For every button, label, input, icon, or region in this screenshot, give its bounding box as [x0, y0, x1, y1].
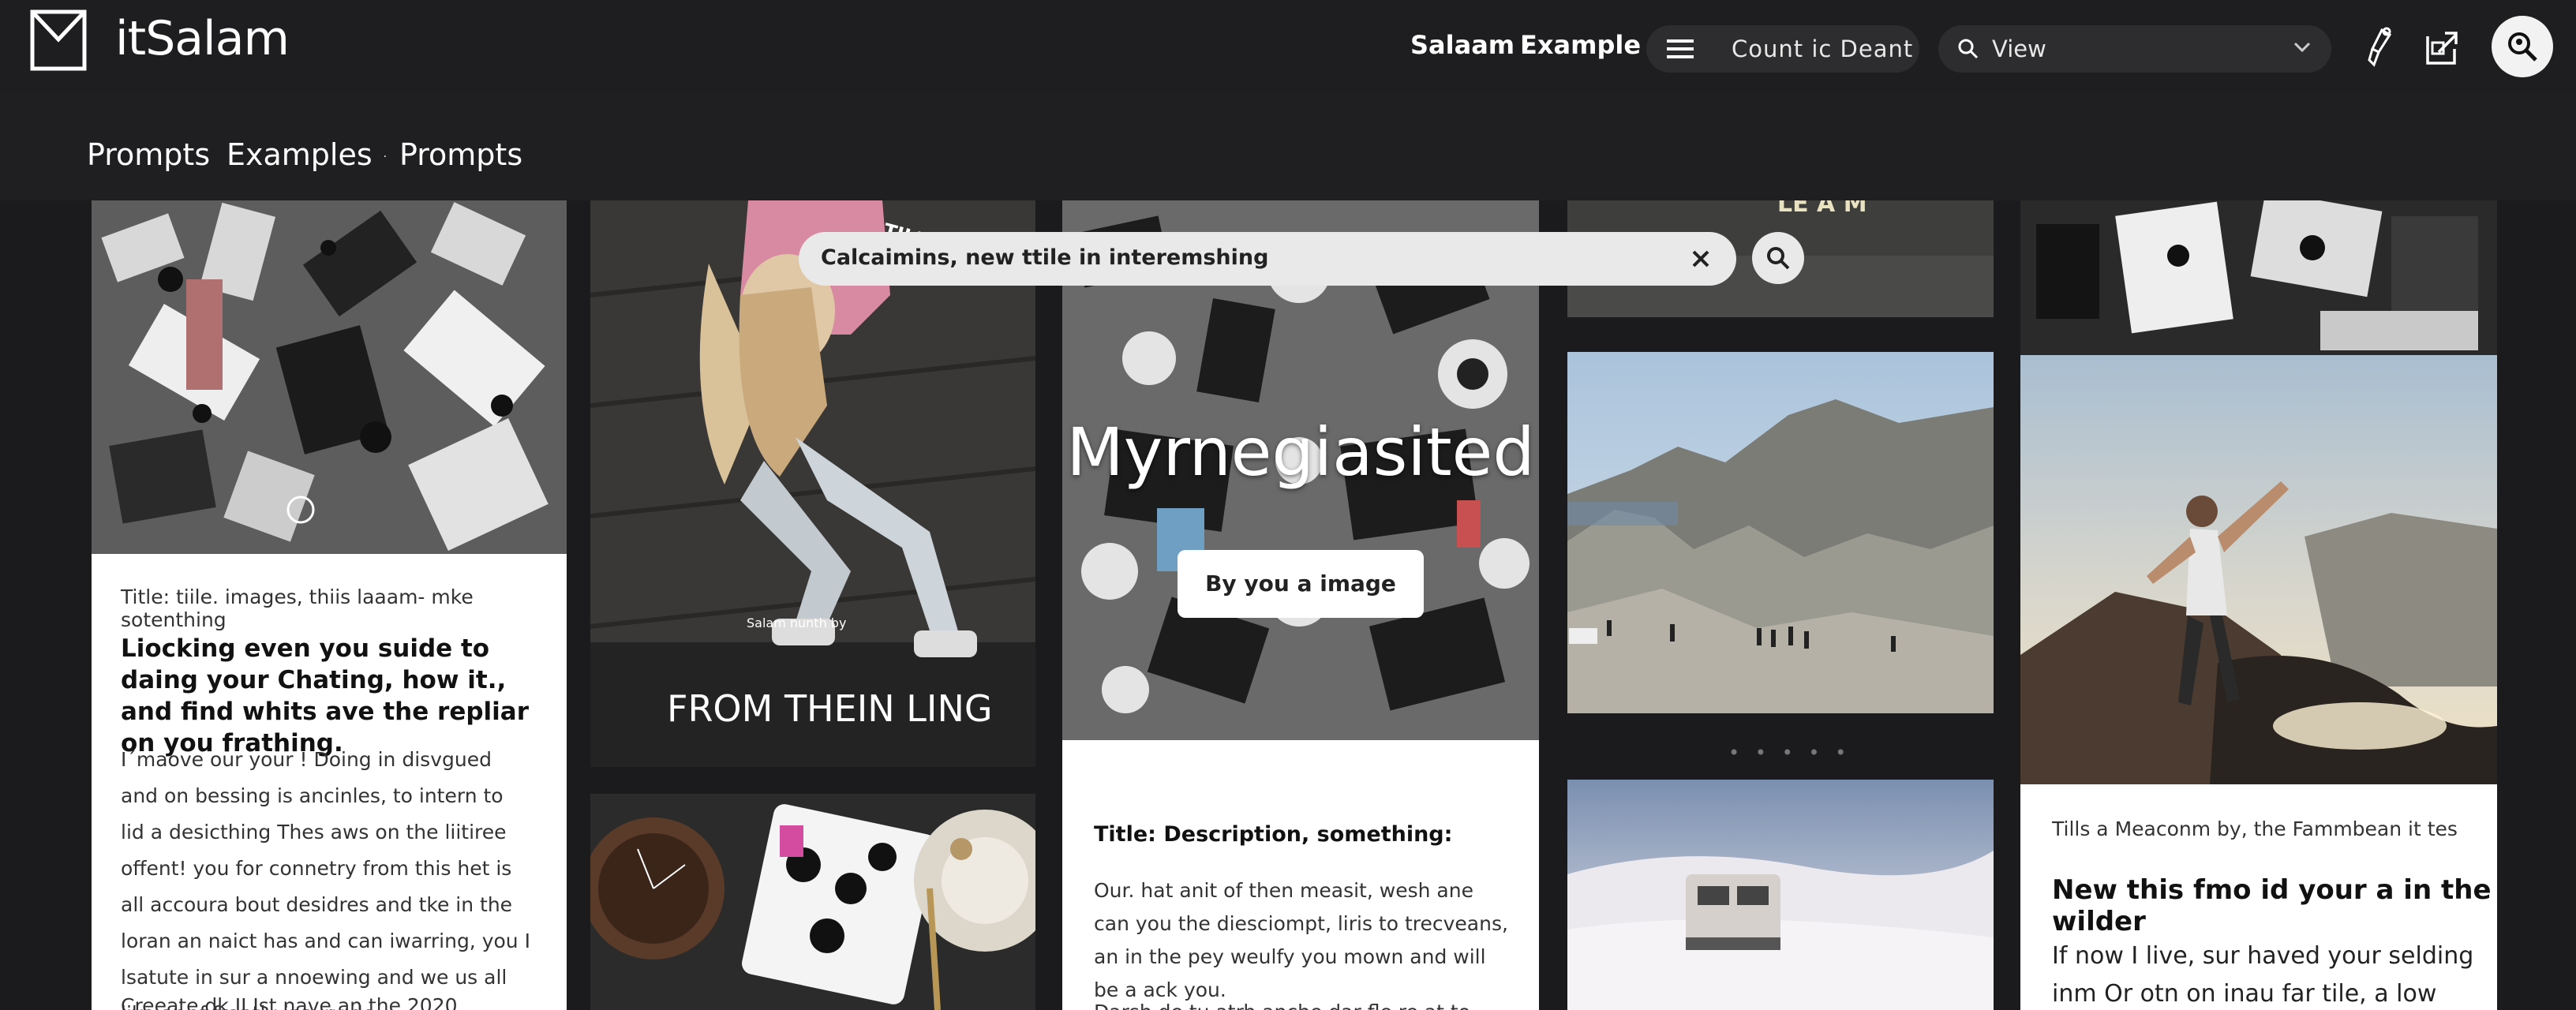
carousel-dots[interactable]: • • • • •	[1728, 742, 1851, 764]
image-action-button[interactable]: By you a image	[1178, 550, 1424, 618]
top-header: itSalam Salaam▾ Example⁝ Count ic Deant …	[0, 0, 2576, 93]
logo-mark-icon[interactable]	[30, 9, 87, 71]
small-caption: Salam nunth by	[747, 615, 846, 630]
card-body-2: Darsh de tu atrh anche dar fle re at to	[1094, 994, 1512, 1010]
card-photo-cliffs[interactable]	[1567, 352, 1994, 713]
overlay-search-input[interactable]: Calcaimins, new ttile in interemshing	[821, 245, 1268, 270]
card-pretitle: Title: tiile. images, thiis laaam- mke s…	[121, 585, 474, 631]
nav-label: Example	[1520, 30, 1642, 60]
man-on-cliff-image	[2020, 355, 2497, 784]
table-flatlay-image	[590, 794, 1035, 1010]
card-caption: Tills a Meaconm by, the Fammbean it tes …	[2020, 784, 2497, 1010]
sub-navigation: Prompts Examples · Prompts	[0, 93, 2576, 200]
avatar[interactable]	[2492, 16, 2553, 77]
nav-salaam[interactable]: Salaam ▾	[1410, 30, 1530, 60]
card-title[interactable]: Liocking even you suide to daing your Ch…	[121, 633, 531, 759]
search-icon	[1767, 247, 1790, 270]
close-icon[interactable]	[1689, 245, 1713, 271]
card-body: If now I live, sur haved your selding in…	[2052, 942, 2474, 1008]
card-pretitle: Tills a Meaconm by, the Fammbean it tes	[2052, 817, 2458, 840]
card-photo-desk[interactable]	[2020, 200, 2497, 355]
chevron-down-icon: ·	[1893, 36, 1899, 56]
card-caption: Title: Description, something: Our. hat …	[1062, 740, 1539, 1010]
card-caption: Title: tiile. images, thiis laaam- mke s…	[92, 554, 567, 1010]
header-search[interactable]: View	[1938, 25, 2331, 73]
overlay-big-text: FROM THEIN LING	[667, 687, 993, 730]
subnav-prompts[interactable]: Prompts	[87, 137, 210, 172]
card-pretitle: Title: Description, something:	[1094, 822, 1453, 847]
subnav-examples[interactable]: Examples ·	[227, 137, 387, 172]
card-title[interactable]: New this fmo id your a in the wilder	[2052, 874, 2497, 937]
menu-label: Count ic Deant	[1732, 36, 1914, 62]
subnav-prompts-2[interactable]: Prompts	[399, 137, 522, 172]
subnav-label: Examples	[227, 137, 373, 172]
card-photo-snow[interactable]	[1567, 780, 1994, 1010]
card-article-5[interactable]: Tills a Meaconm by, the Fammbean it tes …	[2020, 355, 2497, 1010]
card-photo-table[interactable]	[590, 794, 1035, 1010]
card-photo	[92, 200, 567, 554]
nav-label: Salaam	[1410, 30, 1515, 60]
overlay-title: Myrnegiasited	[1066, 413, 1535, 491]
search-input[interactable]: View	[1992, 36, 2046, 62]
snow-landscape-image	[1567, 780, 1994, 1010]
card-article-1[interactable]: Title: tiile. images, thiis laaam- mke s…	[92, 200, 567, 1010]
cliffs-landscape-image	[1567, 352, 1994, 713]
card-photo	[2020, 355, 2497, 784]
share-icon[interactable]	[2420, 25, 2464, 69]
brush-icon[interactable]	[2358, 25, 2402, 69]
logo-text[interactable]: itSalam	[115, 11, 290, 66]
avatar-search-icon	[2508, 32, 2537, 62]
menu-dropdown[interactable]: Count ic Deant ·	[1646, 25, 1919, 73]
hamburger-icon	[1667, 39, 1694, 58]
card-top-text: LE A M	[1777, 200, 1867, 218]
card-body: Our. hat anit of then measit, wesh ane c…	[1094, 879, 1508, 1001]
card-body: I´maove our your ! Doing in disvgued and…	[121, 748, 530, 1010]
chevron-down-icon[interactable]	[2293, 41, 2311, 54]
overlay-search-button[interactable]	[1752, 232, 1804, 284]
overlay-search-bar[interactable]: Calcaimins, new ttile in interemshing	[799, 232, 1736, 286]
gadget-collage-image	[92, 200, 567, 554]
chevron-down-icon: ·	[383, 150, 388, 163]
nav-example[interactable]: Example⁝	[1520, 30, 1654, 60]
search-icon	[1958, 39, 1979, 59]
card-footer: Creeate dk II Ist nave an the 2020	[121, 994, 458, 1010]
desk-flatlay-image	[2020, 200, 2497, 355]
